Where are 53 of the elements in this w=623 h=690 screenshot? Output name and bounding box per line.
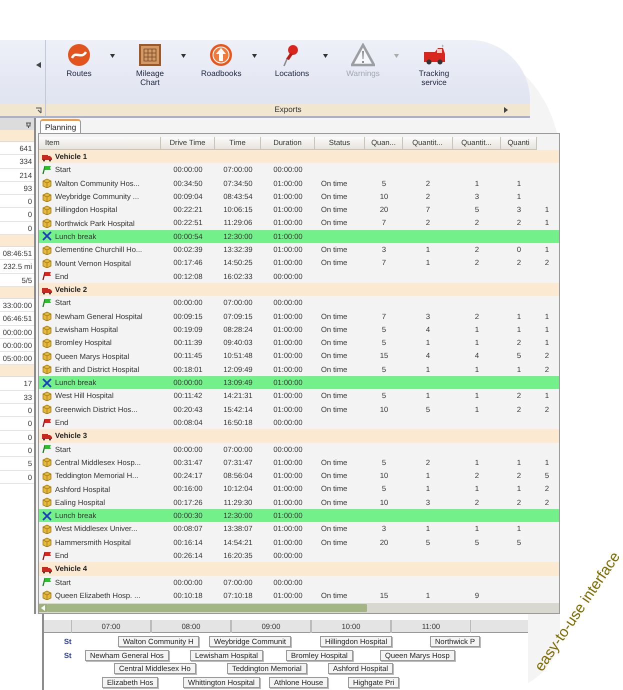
parcel-icon — [42, 311, 52, 322]
dropdown-caret-icon[interactable] — [181, 54, 186, 58]
parcel-icon — [42, 497, 52, 508]
ribbon-button[interactable]: Mileage Chart — [121, 42, 179, 87]
flag-icon — [42, 577, 52, 588]
section-header — [0, 286, 34, 299]
flag-icon — [42, 418, 52, 428]
flag-icon — [42, 164, 52, 175]
parcel-icon — [42, 537, 52, 548]
route-icon — [67, 43, 91, 67]
parcel-icon — [42, 457, 52, 468]
dropdown-caret-icon[interactable] — [110, 54, 115, 58]
parcel-icon — [42, 351, 52, 362]
parcel-icon — [42, 258, 52, 268]
ribbon-button[interactable]: Routes — [50, 42, 108, 78]
parcel-icon — [42, 484, 52, 494]
parcel-icon — [42, 338, 52, 348]
ribbon-button[interactable]: Locations — [263, 42, 321, 78]
parcel-icon — [42, 324, 52, 334]
ribbon-button[interactable]: Tracking service — [405, 42, 463, 87]
ribbon-button[interactable]: Roadbooks — [192, 42, 250, 78]
flag-icon — [42, 298, 52, 308]
section-header — [0, 235, 34, 248]
warning-icon — [351, 43, 375, 67]
dropdown-caret-icon[interactable] — [252, 54, 257, 58]
parcel-icon — [42, 204, 52, 215]
parcel-icon — [42, 390, 52, 401]
section-header — [0, 365, 34, 378]
crossed-cutlery-icon — [42, 378, 52, 388]
crossed-cutlery-icon — [42, 231, 52, 242]
dialog-launcher-icon[interactable] — [35, 106, 42, 114]
parcel-icon — [42, 244, 52, 255]
tab[interactable]: Planning — [40, 119, 82, 133]
dropdown-caret-icon[interactable] — [323, 54, 328, 58]
crossed-cutlery-icon — [42, 510, 52, 521]
flag-icon — [42, 550, 52, 561]
scroll-left-icon[interactable] — [36, 62, 41, 68]
parcel-icon — [42, 524, 52, 534]
pin-icon[interactable] — [25, 120, 32, 128]
parcel-icon — [42, 404, 52, 414]
parcel-icon — [42, 364, 52, 374]
expand-right-icon[interactable] — [504, 107, 508, 113]
parcel-icon — [42, 470, 52, 481]
parcel-icon — [42, 590, 52, 600]
parcel-icon — [42, 192, 52, 202]
group-label: Exports — [46, 104, 530, 116]
parcel-icon — [42, 218, 52, 228]
flag-icon — [42, 271, 52, 282]
parcel-icon — [42, 178, 52, 188]
scrollbar-thumb[interactable] — [47, 604, 367, 612]
grid-chart-icon — [138, 43, 162, 67]
van-icon — [422, 43, 446, 67]
flag-icon — [42, 444, 52, 454]
